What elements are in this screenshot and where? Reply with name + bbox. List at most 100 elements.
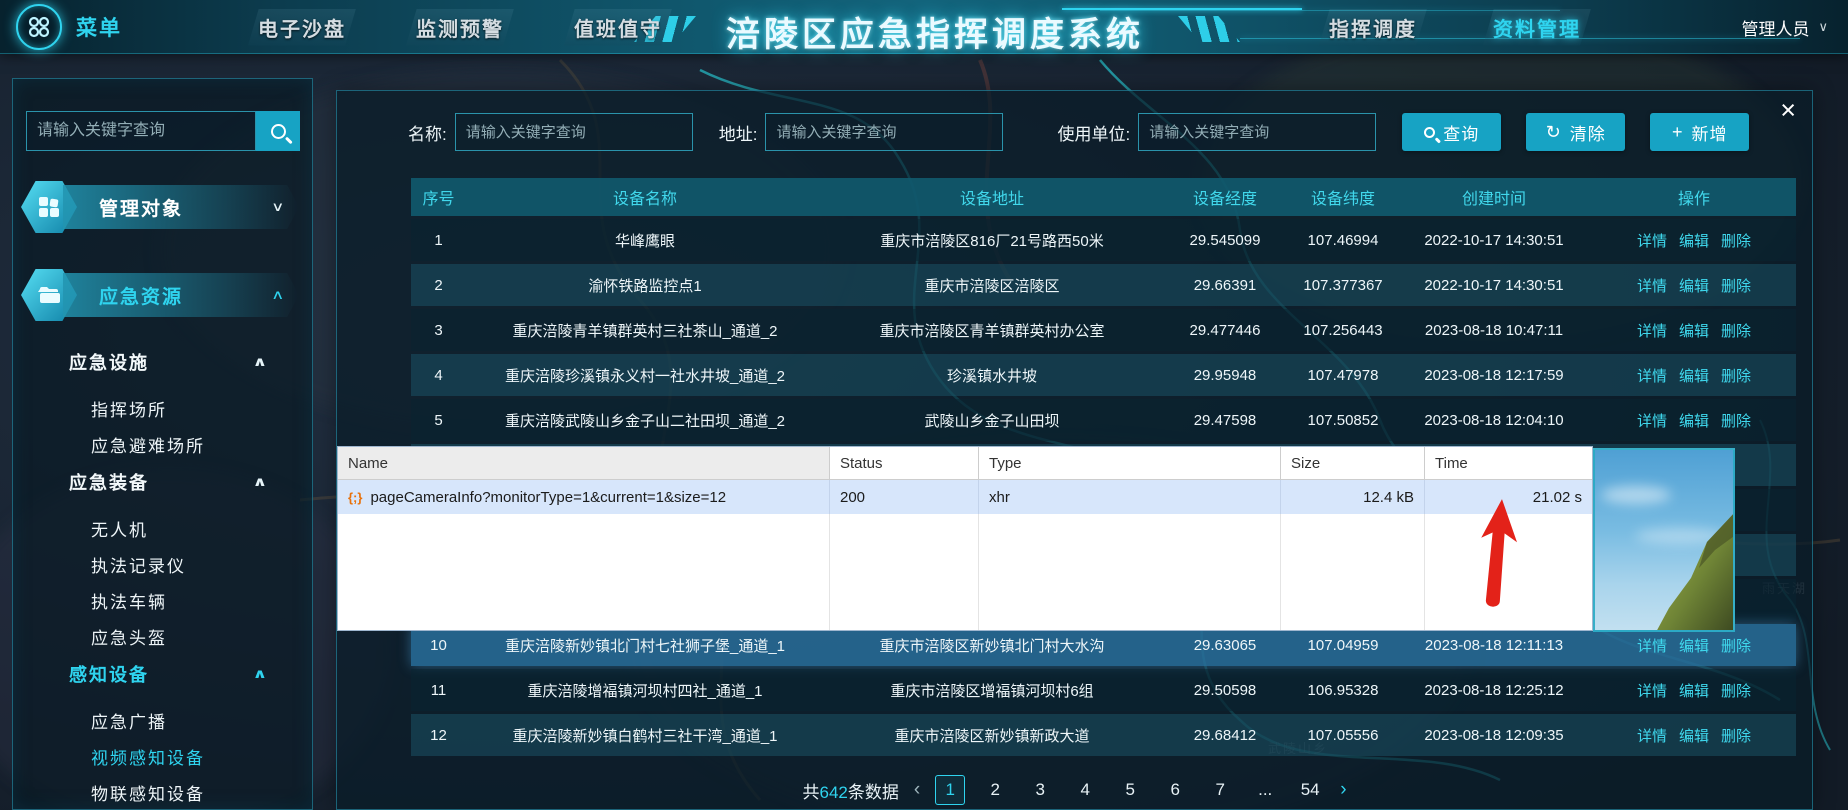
- cell-latitude: 107.47978: [1290, 354, 1396, 396]
- page-title: 涪陵区应急指挥调度系统: [700, 7, 1170, 56]
- pager-page-5[interactable]: 5: [1115, 775, 1145, 805]
- action-link-删除[interactable]: 删除: [1721, 410, 1751, 431]
- action-link-删除[interactable]: 删除: [1721, 230, 1751, 251]
- devtools-column-Status[interactable]: Status: [830, 447, 979, 479]
- nav-item-资料管理[interactable]: 资料管理: [1483, 9, 1591, 46]
- close-icon[interactable]: ×: [1780, 97, 1796, 124]
- nav-item-监测预警[interactable]: 监测预警: [406, 9, 514, 46]
- cell-device-address: 珍溪镇水井坡: [824, 354, 1160, 396]
- pager-page-54[interactable]: 54: [1295, 775, 1325, 805]
- action-link-删除[interactable]: 删除: [1721, 365, 1751, 386]
- cell-num: 5: [411, 399, 466, 441]
- nav-item-指挥调度[interactable]: 指挥调度: [1319, 9, 1427, 46]
- devtools-request-row[interactable]: {;} pageCameraInfo?monitorType=1&current…: [338, 480, 1592, 514]
- devtools-column-Time[interactable]: Time: [1425, 447, 1592, 479]
- sidebar-item-视频感知设备[interactable]: 视频感知设备: [13, 738, 312, 774]
- action-link-详情[interactable]: 详情: [1637, 320, 1667, 341]
- sidebar-item-应急避难场所[interactable]: 应急避难场所: [13, 426, 312, 462]
- action-link-详情[interactable]: 详情: [1637, 410, 1667, 431]
- action-link-详情[interactable]: 详情: [1637, 230, 1667, 251]
- sidebar-item-应急头盔[interactable]: 应急头盔: [13, 618, 312, 654]
- nav-item-电子沙盘[interactable]: 电子沙盘: [248, 9, 356, 46]
- column-header-创建时间: 创建时间: [1396, 178, 1592, 216]
- sidebar-item-应急装备[interactable]: 应急装备∧: [13, 462, 312, 502]
- action-link-编辑[interactable]: 编辑: [1679, 680, 1709, 701]
- sidebar-item-执法记录仪[interactable]: 执法记录仪: [13, 546, 312, 582]
- action-link-编辑[interactable]: 编辑: [1679, 230, 1709, 251]
- search-icon: [271, 124, 286, 139]
- action-link-编辑[interactable]: 编辑: [1679, 320, 1709, 341]
- action-link-详情[interactable]: 详情: [1637, 365, 1667, 386]
- menu-label[interactable]: 菜单: [76, 0, 122, 54]
- cell-created-time: 2023-08-18 12:17:59: [1396, 354, 1592, 396]
- devtools-column-Size[interactable]: Size: [1281, 447, 1425, 479]
- action-link-删除[interactable]: 删除: [1721, 680, 1751, 701]
- nav-item-值班值守[interactable]: 值班值守: [564, 9, 672, 46]
- column-header-设备名称: 设备名称: [466, 178, 824, 216]
- request-type-cell: xhr: [979, 480, 1281, 514]
- column-header-序号: 序号: [411, 178, 466, 216]
- pagination: 共642条数据‹1234567...54›: [337, 775, 1812, 805]
- user-name: 管理人员: [1741, 15, 1809, 40]
- action-link-详情[interactable]: 详情: [1637, 680, 1667, 701]
- request-name-cell[interactable]: {;} pageCameraInfo?monitorType=1&current…: [338, 480, 830, 514]
- sidebar-item-应急设施[interactable]: 应急设施∧: [13, 342, 312, 382]
- user-menu[interactable]: 管理人员 ∨: [1741, 0, 1828, 54]
- cell-longitude: 29.68412: [1160, 714, 1290, 756]
- table-row: 11重庆涪陵增福镇河坝村四社_通道_1重庆市涪陵区增福镇河坝村6组29.5059…: [411, 669, 1796, 711]
- sidebar-search-input[interactable]: [26, 111, 256, 151]
- column-header-设备地址: 设备地址: [824, 178, 1160, 216]
- cell-device-address: 重庆市涪陵区816厂21号路西50米: [824, 219, 1160, 261]
- sidebar-item-指挥场所[interactable]: 指挥场所: [13, 390, 312, 426]
- filter-group: 名称:: [408, 113, 719, 151]
- request-status-cell: 200: [830, 480, 979, 514]
- sidebar-item-无人机[interactable]: 无人机: [13, 510, 312, 546]
- sidebar-search-button[interactable]: [256, 111, 300, 151]
- devtools-column-Name[interactable]: Name: [338, 447, 830, 479]
- pager-page-3[interactable]: 3: [1025, 775, 1055, 805]
- sidebar-item-执法车辆[interactable]: 执法车辆: [13, 582, 312, 618]
- menu-logo-button[interactable]: [16, 4, 62, 50]
- sidebar-group-管理对象[interactable]: 管理对象∨: [21, 181, 299, 233]
- 清除-button[interactable]: ↻清除: [1526, 113, 1625, 151]
- 新增-button[interactable]: +新增: [1650, 113, 1749, 151]
- action-link-编辑[interactable]: 编辑: [1679, 275, 1709, 296]
- action-link-编辑[interactable]: 编辑: [1679, 410, 1709, 431]
- pager-total-text: 共642条数据: [802, 778, 898, 803]
- pager-page-6[interactable]: 6: [1160, 775, 1190, 805]
- filter-group: 使用单位:: [1029, 113, 1402, 151]
- 查询-button[interactable]: 查询: [1402, 113, 1501, 151]
- pager-page-2[interactable]: 2: [980, 775, 1010, 805]
- pager-prev-button[interactable]: ‹: [914, 779, 920, 801]
- action-link-编辑[interactable]: 编辑: [1679, 365, 1709, 386]
- action-link-删除[interactable]: 删除: [1721, 635, 1751, 656]
- cell-device-name: 重庆涪陵武陵山乡金子山二社田坝_通道_2: [466, 399, 824, 441]
- action-link-编辑[interactable]: 编辑: [1679, 635, 1709, 656]
- cell-longitude: 29.47598: [1160, 399, 1290, 441]
- filter-label: 使用单位:: [1057, 120, 1130, 145]
- sidebar-item-感知设备[interactable]: 感知设备∧: [13, 654, 312, 694]
- action-link-详情[interactable]: 详情: [1637, 635, 1667, 656]
- filter-input[interactable]: [455, 113, 693, 151]
- cell-latitude: 106.95328: [1290, 669, 1396, 711]
- pager-page-7[interactable]: 7: [1205, 775, 1235, 805]
- action-link-删除[interactable]: 删除: [1721, 275, 1751, 296]
- action-link-详情[interactable]: 详情: [1637, 725, 1667, 746]
- devtools-column-Type[interactable]: Type: [979, 447, 1281, 479]
- request-size-cell: 12.4 kB: [1281, 480, 1425, 514]
- pager-page-4[interactable]: 4: [1070, 775, 1100, 805]
- pager-next-button[interactable]: ›: [1340, 779, 1346, 801]
- filter-input[interactable]: [1138, 113, 1376, 151]
- column-header-设备经度: 设备经度: [1160, 178, 1290, 216]
- sidebar-item-应急广播[interactable]: 应急广播: [13, 702, 312, 738]
- action-link-删除[interactable]: 删除: [1721, 320, 1751, 341]
- column-header-设备纬度: 设备纬度: [1290, 178, 1396, 216]
- filter-input[interactable]: [765, 113, 1003, 151]
- filter-bar: 名称:地址:使用单位:查询↻清除+新增: [408, 112, 1724, 152]
- action-link-编辑[interactable]: 编辑: [1679, 725, 1709, 746]
- action-link-详情[interactable]: 详情: [1637, 275, 1667, 296]
- sidebar-item-物联感知设备[interactable]: 物联感知设备: [13, 774, 312, 810]
- action-link-删除[interactable]: 删除: [1721, 725, 1751, 746]
- sidebar-group-应急资源[interactable]: 应急资源∧: [21, 269, 299, 321]
- pager-page-1[interactable]: 1: [935, 775, 965, 805]
